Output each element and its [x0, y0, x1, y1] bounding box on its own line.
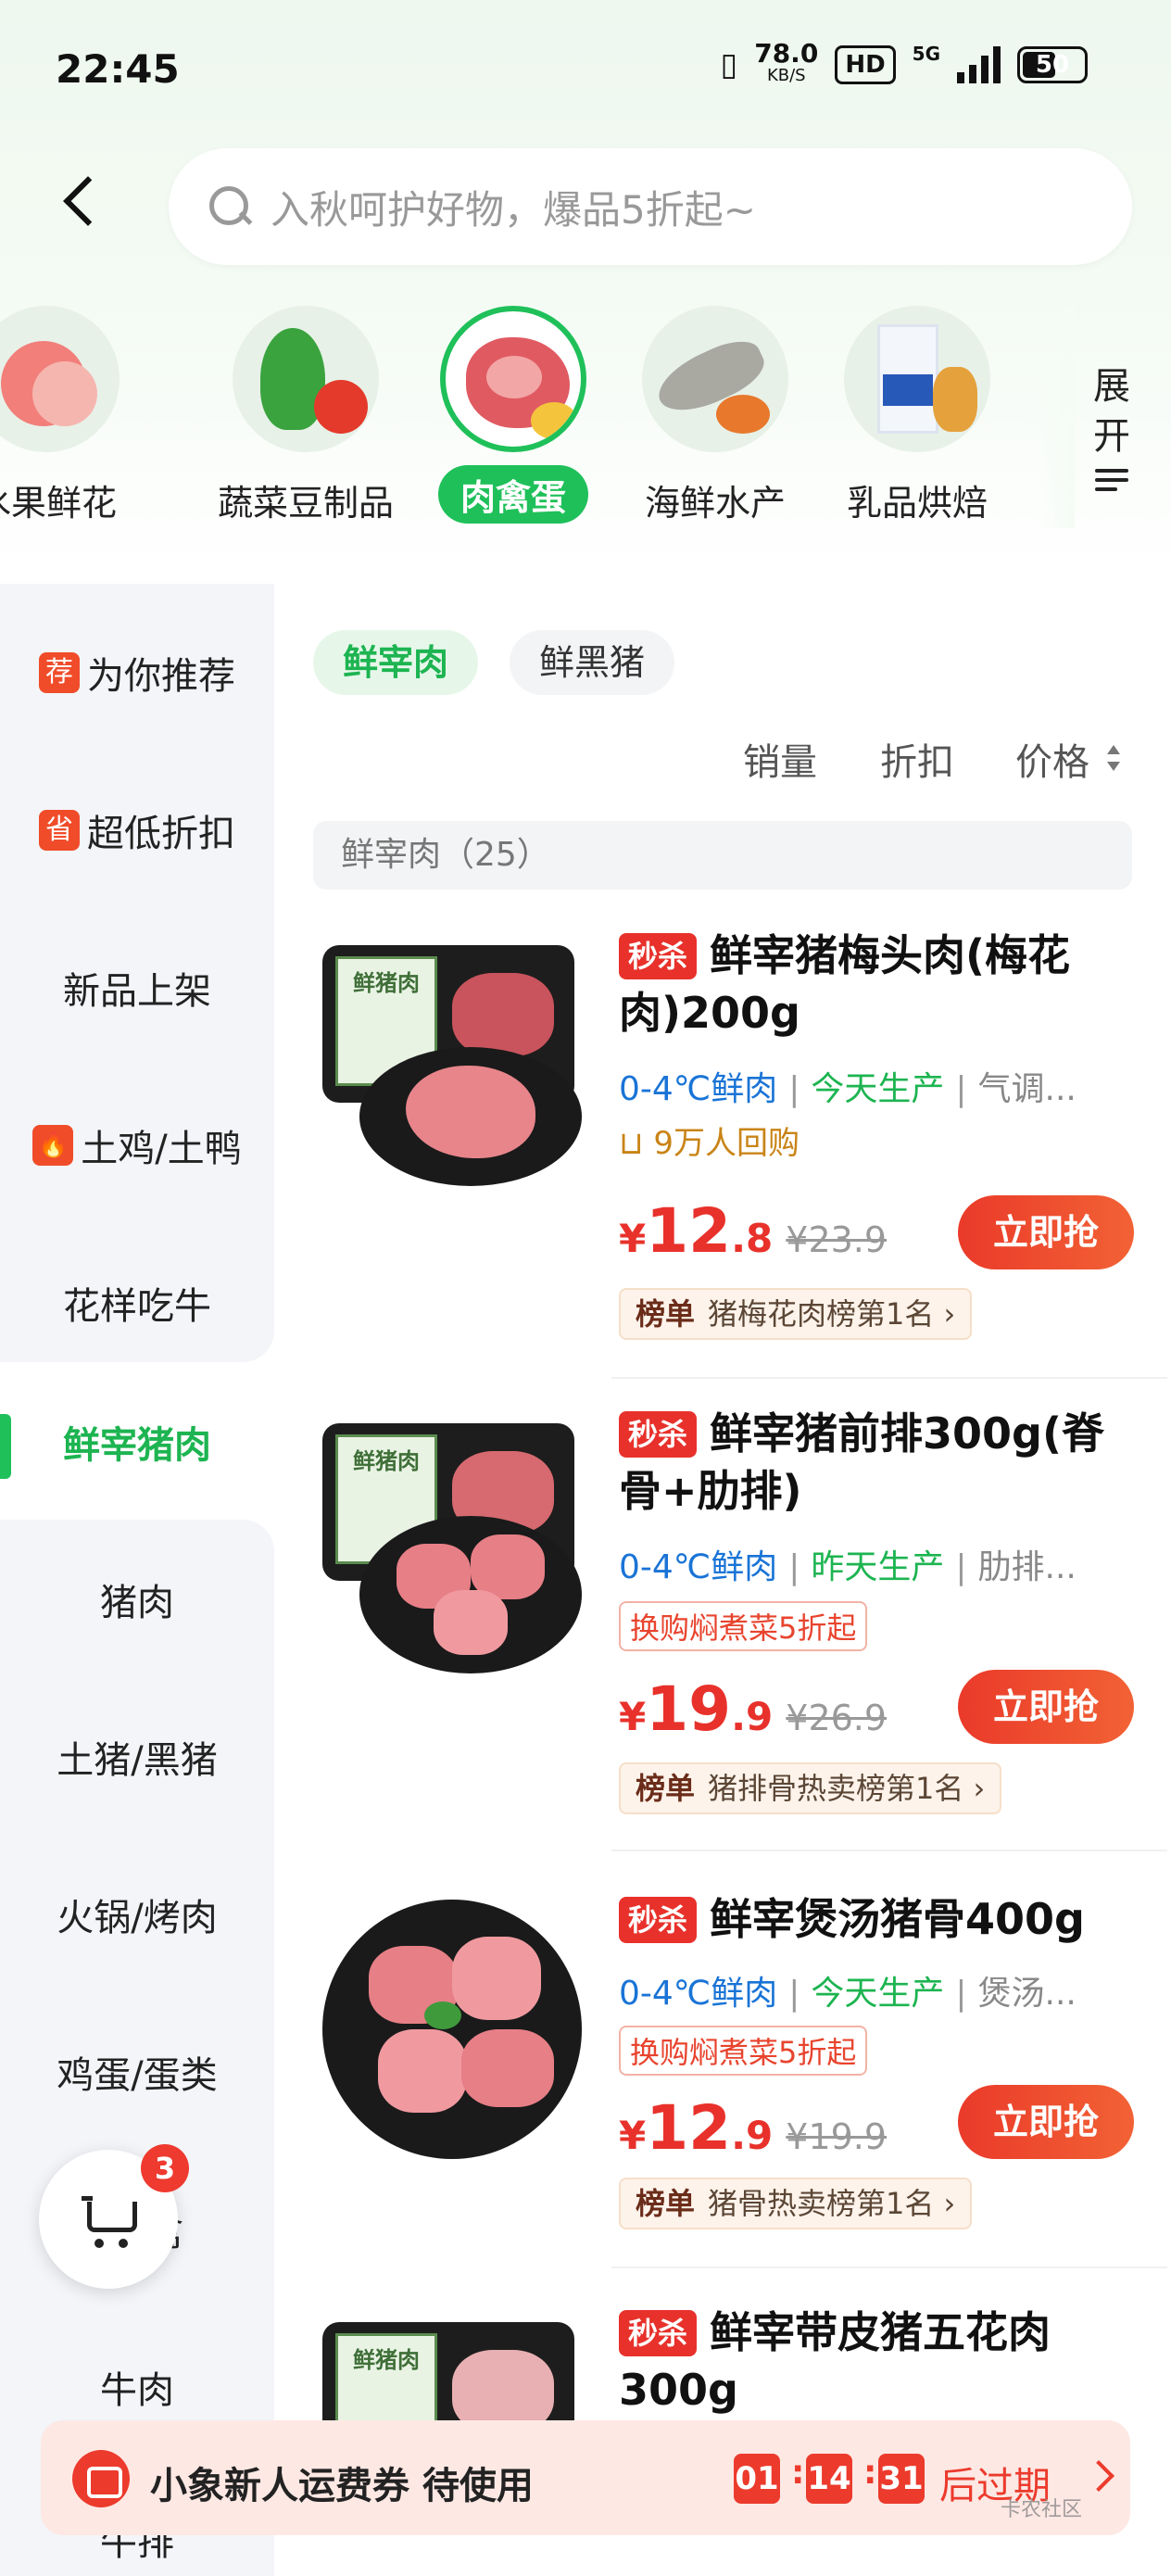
divider: [611, 1377, 1167, 1379]
rank-badge[interactable]: 榜单 猪梅花肉榜第1名 ›: [619, 1288, 973, 1340]
expand-button[interactable]: 展 开: [1065, 361, 1158, 497]
flash-sale-badge: 秒杀: [619, 933, 698, 979]
sidebar-item-fresh-pork[interactable]: 鲜宰猪肉: [0, 1377, 274, 1507]
coupon-icon: [72, 2450, 130, 2507]
category-seafood[interactable]: 海鲜水产: [613, 306, 817, 525]
menu-icon: [1095, 469, 1128, 491]
countdown-minutes: 14: [806, 2454, 852, 2504]
chevron-right-icon: [1083, 2460, 1114, 2492]
original-price: ¥26.9: [786, 1698, 888, 1738]
signal-5g-label: 5G: [912, 43, 940, 65]
category-fruit[interactable]: 水果鲜花: [0, 306, 148, 525]
sort-arrows-icon[interactable]: [1105, 741, 1122, 778]
sidebar-item-chicken[interactable]: 🔥 土鸡/土鸭: [0, 1080, 274, 1210]
save-tag-icon: 省: [39, 810, 80, 851]
product-card[interactable]: 鲜猪肉 秒杀 鲜宰猪梅头肉(梅花肉)200g 0-4℃鲜肉 | 今天生产 | 气调... …: [313, 927, 1134, 1362]
rebuy-info: ⊔ 9万人回购: [619, 1125, 800, 1162]
battery-icon: 50: [1017, 46, 1088, 83]
watermark: 卡农社区: [1001, 2498, 1083, 2521]
countdown-seconds: 31: [878, 2454, 925, 2504]
sidebar-item-beef-style[interactable]: 花样吃牛: [0, 1238, 274, 1368]
sidebar-item-eggs[interactable]: 鸡蛋/蛋类: [0, 2007, 274, 2137]
back-icon[interactable]: [54, 167, 109, 232]
product-price: ¥12.9 ¥19.9: [619, 2092, 888, 2164]
category-bar: 水果鲜花 蔬菜豆制品 肉禽蛋 海鲜水产 乳品烘焙: [0, 306, 1171, 565]
status-bar: 22:45 ▯ 78.0 KB/S HD 5G 50: [0, 0, 1171, 139]
product-card[interactable]: 秒杀 鲜宰煲汤猪骨400g 0-4℃鲜肉 | 今天生产 | 煲汤... 换购焖煮菜5折起 …: [313, 1890, 1134, 2279]
chip-fresh-meat[interactable]: 鲜宰肉: [313, 630, 479, 695]
product-title[interactable]: 秒杀 鲜宰猪梅头肉(梅花肉)200g: [619, 927, 1138, 1042]
cart-small-icon: ⊔: [619, 1125, 644, 1162]
divider: [611, 2267, 1167, 2268]
countdown-hours: 01: [734, 2454, 780, 2504]
cart-icon: [82, 2196, 137, 2237]
sidebar-item-recommend[interactable]: 荐 为你推荐: [0, 608, 274, 738]
section-header: 鲜宰肉（25）: [313, 821, 1132, 890]
buy-now-button[interactable]: 立即抢: [958, 2085, 1134, 2159]
buy-now-button[interactable]: 立即抢: [958, 1195, 1134, 1269]
flash-sale-badge: 秒杀: [619, 1897, 698, 1943]
status-icons: ▯ 78.0 KB/S HD 5G 50: [720, 38, 1088, 87]
status-time: 22:45: [56, 46, 180, 92]
category-dairy[interactable]: 乳品烘焙: [815, 306, 1019, 525]
product-price: ¥19.9 ¥26.9: [619, 1673, 888, 1745]
dairy-icon: [844, 306, 990, 452]
coupon-banner[interactable]: 小象新人运费券 待使用 01 : 14 : 31 后过期: [41, 2420, 1130, 2535]
fruit-icon: [0, 306, 120, 452]
signal-icon: [957, 46, 1001, 83]
sort-sales[interactable]: 销量: [743, 732, 817, 786]
buy-now-button[interactable]: 立即抢: [958, 1670, 1134, 1744]
page: 22:45 ▯ 78.0 KB/S HD 5G 50 入秋呵护好物，爆品5折起~…: [0, 0, 1171, 2576]
product-card[interactable]: 鲜猪肉 秒杀 鲜宰猪前排300g(脊骨+肋排) 0-4℃鲜肉 | 昨天生产 | 肋排...…: [313, 1405, 1134, 1831]
category-vegetable[interactable]: 蔬菜豆制品: [204, 306, 408, 525]
product-features: 0-4℃鲜肉 | 昨天生产 | 肋排...: [619, 1548, 1077, 1586]
cart-count-badge: 3: [141, 2144, 189, 2192]
sidebar-item-discount[interactable]: 省 超低折扣: [0, 765, 274, 895]
original-price: ¥19.9: [786, 2116, 888, 2157]
sort-discount[interactable]: 折扣: [880, 732, 954, 786]
flash-sale-badge: 秒杀: [619, 2310, 698, 2356]
product-title[interactable]: 秒杀 鲜宰带皮猪五花肉300g: [619, 2304, 1132, 2418]
meat-icon: [440, 306, 586, 452]
product-title[interactable]: 秒杀 鲜宰煲汤猪骨400g: [619, 1890, 1138, 1948]
promo-tag[interactable]: 换购焖煮菜5折起: [619, 1601, 868, 1651]
sidebar-item-new[interactable]: 新品上架: [0, 923, 274, 1053]
sidebar-item-pork[interactable]: 猪肉: [0, 1534, 274, 1664]
search-icon: [208, 184, 252, 229]
vegetable-icon: [233, 306, 379, 452]
vibrate-icon: ▯: [720, 46, 738, 83]
category-meat-egg[interactable]: 肉禽蛋: [411, 306, 615, 524]
product-price: ¥12.8 ¥23.9: [619, 1195, 888, 1267]
product-image[interactable]: [313, 1890, 584, 2159]
product-image[interactable]: 鲜猪肉: [313, 927, 584, 1195]
seafood-icon: [642, 306, 788, 452]
product-image[interactable]: 鲜猪肉: [313, 1405, 584, 1673]
original-price: ¥23.9: [786, 1219, 888, 1260]
product-features: 0-4℃鲜肉 | 今天生产 | 煲汤...: [619, 1975, 1077, 2013]
fire-icon: 🔥: [32, 1125, 74, 1166]
product-title[interactable]: 秒杀 鲜宰猪前排300g(脊骨+肋排): [619, 1405, 1138, 1520]
hd-icon: HD: [835, 45, 896, 84]
chip-black-pork[interactable]: 鲜黑猪: [510, 630, 675, 695]
search-input[interactable]: 入秋呵护好物，爆品5折起~: [169, 148, 1132, 265]
sidebar-item-black-pork[interactable]: 土猪/黑猪: [0, 1692, 274, 1822]
coupon-text: 小象新人运费券 待使用: [150, 2465, 534, 2507]
rank-badge[interactable]: 榜单 猪骨热卖榜第1名 ›: [619, 2178, 973, 2229]
recommend-tag-icon: 荐: [39, 652, 80, 693]
promo-tag[interactable]: 换购焖煮菜5折起: [619, 2026, 868, 2076]
sidebar-item-hotpot[interactable]: 火锅/烤肉: [0, 1850, 274, 1979]
product-features: 0-4℃鲜肉 | 今天生产 | 气调...: [619, 1070, 1077, 1108]
rank-badge[interactable]: 榜单 猪排骨热卖榜第1名 ›: [619, 1762, 1002, 1814]
search-placeholder: 入秋呵护好物，爆品5折起~: [271, 186, 756, 233]
sort-price[interactable]: 价格: [1015, 732, 1089, 786]
flash-sale-badge: 秒杀: [619, 1411, 698, 1458]
divider: [611, 1850, 1167, 1851]
net-speed: 78.0 KB/S: [754, 38, 819, 86]
